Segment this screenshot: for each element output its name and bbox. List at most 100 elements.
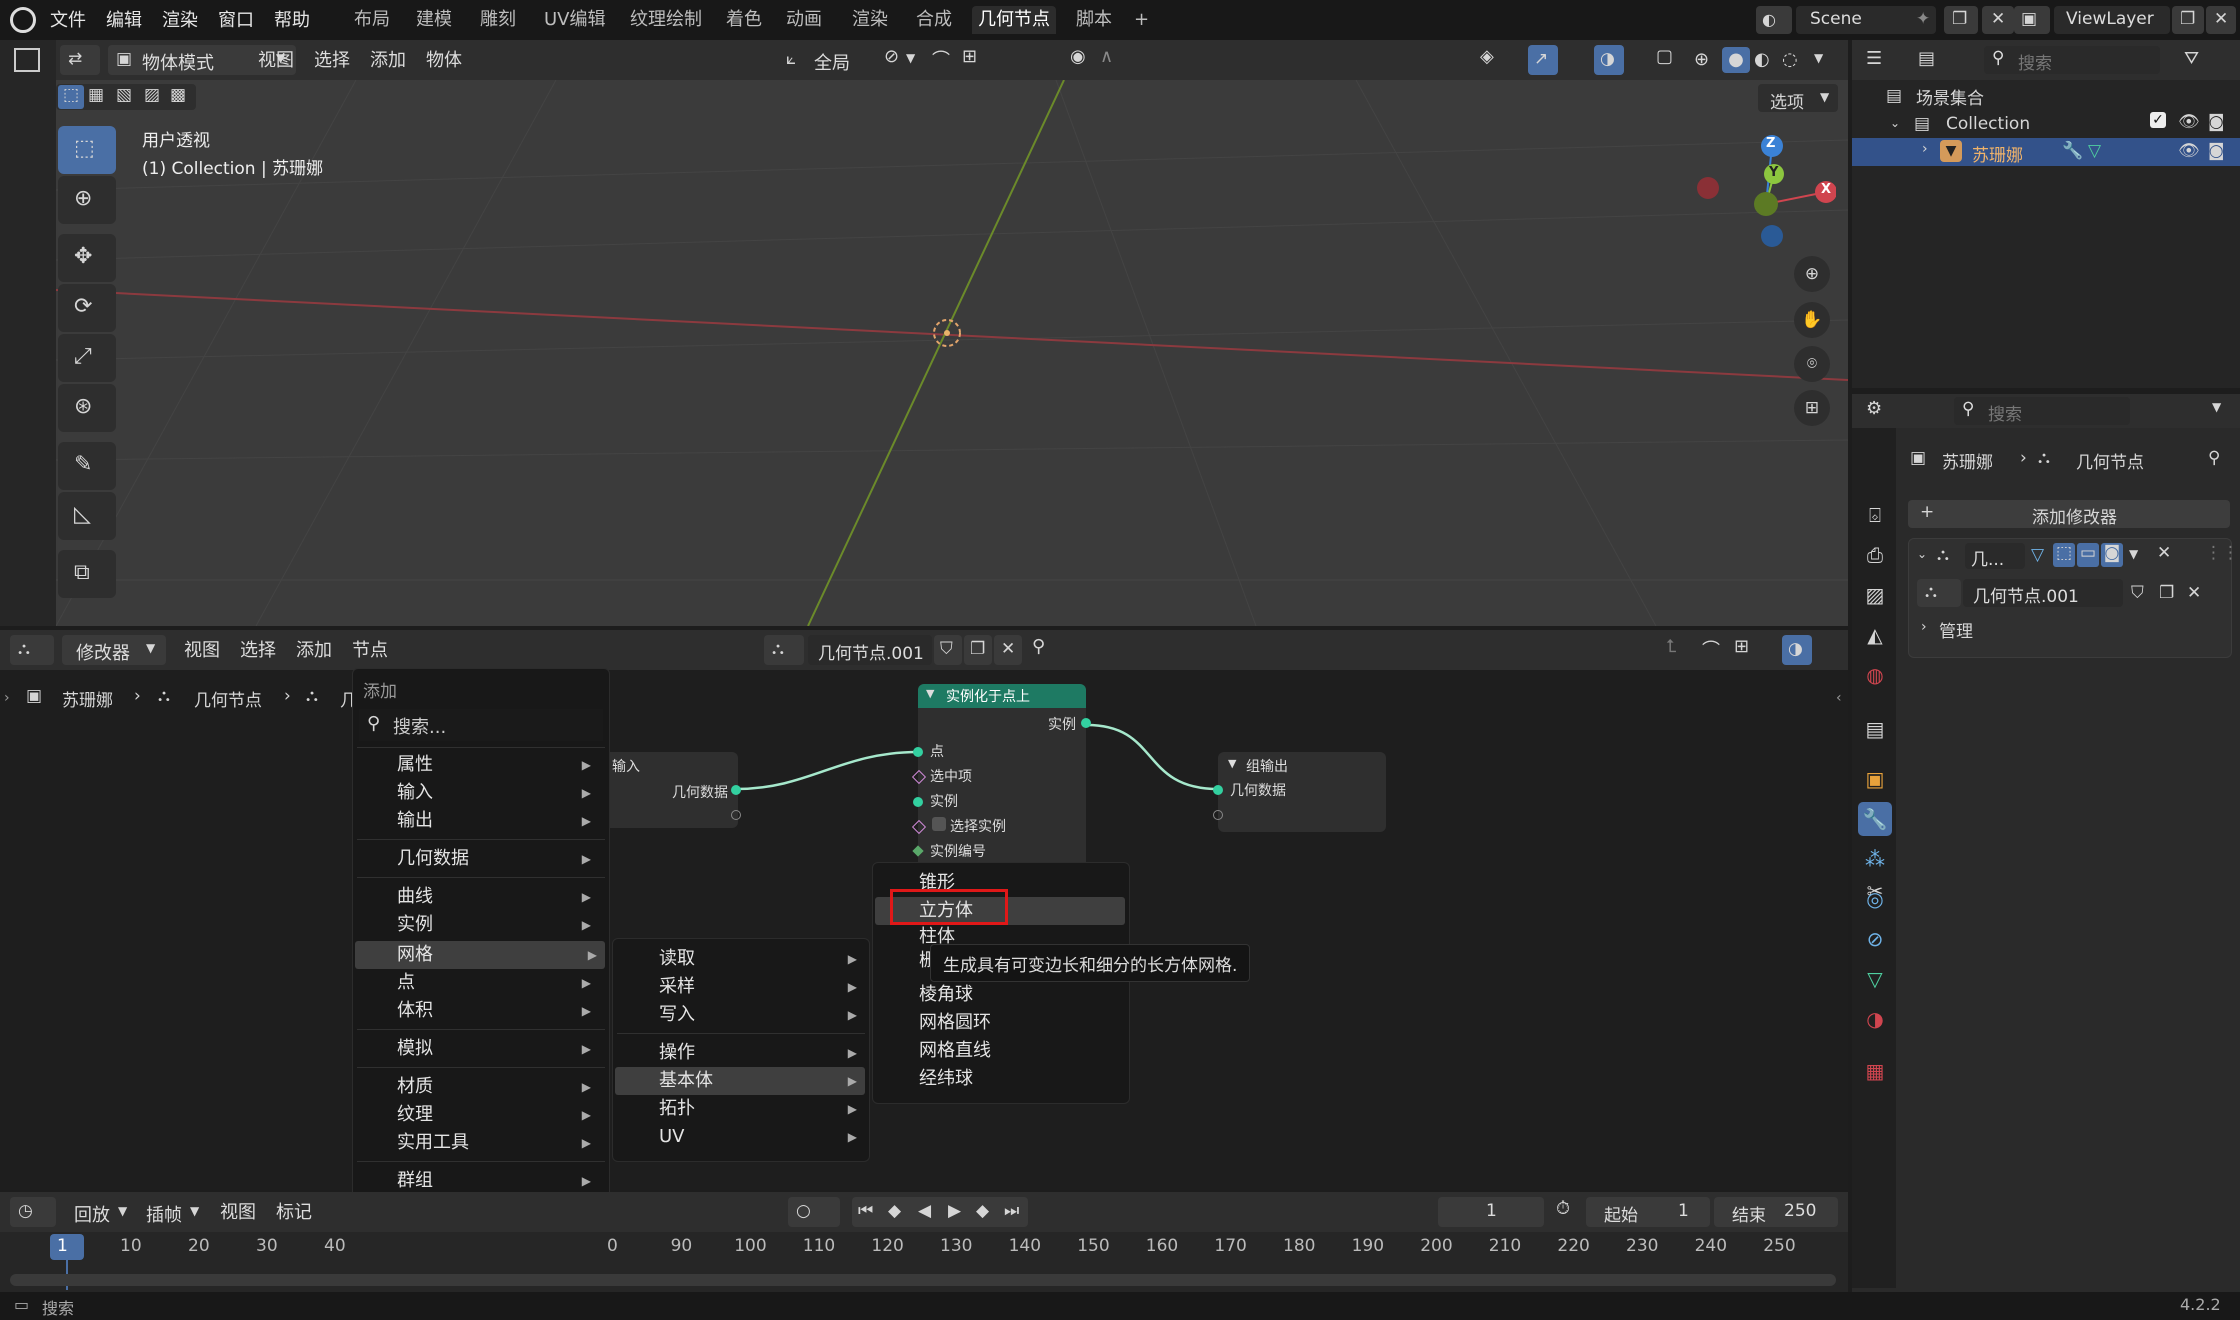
mesh-read-item[interactable]: 读取 ▶ [615, 945, 865, 973]
group-input-node[interactable]: 输入 几何数据 [600, 752, 741, 828]
jump-start-icon[interactable]: ⏮ [858, 1201, 873, 1221]
menu-add[interactable]: 添加 [296, 636, 332, 662]
mesh-uv-item[interactable]: UV ▶ [615, 1123, 865, 1151]
properties-search[interactable]: ⚲ 搜索 [1954, 397, 2130, 425]
add-menu-output[interactable]: 输出 ▶ [355, 807, 599, 835]
primitive-uv-sphere-item[interactable]: 经纬球 [875, 1065, 1125, 1093]
hand-pan-icon[interactable]: ✋ [1794, 302, 1830, 338]
close-icon[interactable]: ✕ [2187, 583, 2201, 603]
properties-editor-icon[interactable]: ⚙ [1866, 398, 1882, 419]
wireframe-shading-icon[interactable]: ⊕ [1694, 49, 1709, 70]
overlay-toggle-button[interactable]: ◑ [1594, 45, 1624, 75]
points-input-socket[interactable] [913, 747, 923, 757]
new-viewlayer-button[interactable]: ❐ [2172, 6, 2204, 34]
pivot-icon[interactable]: ⊘ [884, 46, 899, 67]
eye-icon[interactable]: 👁 [2178, 112, 2200, 132]
gizmo-toggle-button[interactable]: ↗ [1528, 45, 1558, 75]
data-tab-icon[interactable]: ▽ [1858, 962, 1892, 996]
primitive-mesh-circle-item[interactable]: 网格圆环 [875, 1009, 1125, 1037]
mesh-sample-item[interactable]: 采样 ▶ [615, 973, 865, 1001]
viewlayer-browse-button[interactable]: ▣ [2014, 6, 2050, 34]
tab-uv-editing[interactable]: UV编辑 [538, 6, 612, 34]
add-menu-group[interactable]: 群组 ▶ [355, 1167, 599, 1195]
tab-animation[interactable]: 动画 [780, 6, 828, 34]
render-icon[interactable]: ◙ [2101, 543, 2123, 567]
add-menu-search[interactable]: ⚲ 搜索... [359, 709, 603, 741]
chevron-down-icon[interactable]: ▼ [2129, 547, 2138, 561]
tab-compositing[interactable]: 合成 [910, 6, 958, 34]
proportional-edit-icon[interactable]: ◉ [1070, 46, 1086, 67]
editor-type-icon[interactable] [14, 48, 40, 72]
menu-file[interactable]: 文件 [50, 6, 86, 32]
3d-viewport[interactable]: 用户透视 (1) Collection | 苏珊娜 选项 ▼ Z Y X ⊕ ✋… [56, 80, 1848, 626]
filter-icon[interactable]: ⛛ [2184, 48, 2199, 69]
empty-socket[interactable] [1213, 810, 1223, 820]
add-menu-input[interactable]: 输入 ▶ [355, 779, 599, 807]
play-reverse-icon[interactable]: ◀ [918, 1201, 931, 1221]
end-frame-field[interactable]: 结束 250 [1714, 1197, 1838, 1227]
select-extend-icon[interactable]: ▦ [88, 85, 104, 105]
add-menu-utilities[interactable]: 实用工具 ▶ [355, 1129, 599, 1157]
menu-select[interactable]: 选择 [314, 46, 350, 72]
viewport-display-icon[interactable]: ▭ [2077, 543, 2099, 567]
timeline-area[interactable]: 1 10 20 30 40 0 90 100 110 120 130 140 150 160 170 180 1… [0, 1232, 1848, 1292]
outliner-editor-icon[interactable]: ☰ [1866, 48, 1882, 69]
add-modifier-button[interactable]: + 添加修改器 [1908, 500, 2230, 528]
scene-browse-button[interactable]: ◐ [1756, 6, 1792, 34]
tab-rendering[interactable]: 渲染 [846, 6, 894, 34]
measure-tool[interactable]: ◺ [58, 492, 116, 540]
snap-icon[interactable]: ⌒ [932, 46, 950, 72]
eye-icon[interactable]: 👁 [2178, 141, 2200, 161]
collection-tab-icon[interactable]: ▤ [1858, 712, 1892, 746]
timeline-view-menu[interactable]: 视图 [220, 1198, 256, 1224]
chevron-down-icon[interactable]: ▼ [1814, 51, 1823, 65]
timeline-editor-type[interactable]: ◷ [10, 1197, 56, 1227]
snap-target-icon[interactable]: ⊞ [962, 46, 977, 67]
chevron-right-icon[interactable]: › [1922, 141, 1928, 157]
cursor-tool[interactable]: ⊕ [58, 176, 116, 224]
empty-socket[interactable] [731, 810, 741, 820]
modifier-name-field[interactable]: 几... [1965, 543, 2025, 570]
add-menu-curve[interactable]: 曲线 ▶ [355, 883, 599, 911]
annotate-tool[interactable]: ✎ [58, 442, 116, 490]
current-frame-field[interactable]: 1 [1438, 1197, 1544, 1227]
primitive-cylinder-item[interactable]: 柱体 [875, 923, 1125, 945]
select-invert-icon[interactable]: ▨ [144, 85, 160, 105]
prev-keyframe-icon[interactable]: ◆ [888, 1201, 901, 1221]
add-menu-texture[interactable]: 纹理 ▶ [355, 1101, 599, 1129]
camera-icon[interactable]: ◙ [2208, 112, 2225, 132]
collection-label[interactable]: Collection [1946, 114, 2030, 134]
start-frame-field[interactable]: 起始 1 [1586, 1197, 1710, 1227]
parent-node-tree-icon[interactable]: ⮤ [1666, 636, 1677, 657]
add-menu-mesh[interactable]: 网格 ▶ [355, 941, 605, 969]
options-dropdown[interactable]: 选项 ▼ [1758, 84, 1838, 113]
view-layer-tab-icon[interactable]: ▨ [1858, 578, 1892, 612]
collection-checkbox[interactable]: ✓ [2150, 112, 2166, 128]
delete-viewlayer-button[interactable]: ✕ [2206, 6, 2236, 34]
node-group-field[interactable]: 几何节点.001 [808, 635, 932, 665]
mesh-data-icon[interactable]: ▽ [2088, 141, 2101, 161]
tab-scripting[interactable]: 脚本 [1070, 6, 1118, 34]
chevron-down-icon[interactable]: ▼ [2212, 400, 2221, 414]
next-keyframe-icon[interactable]: ◆ [976, 1201, 989, 1221]
primitive-mesh-line-item[interactable]: 网格直线 [875, 1037, 1125, 1065]
instances-output-socket[interactable] [1081, 718, 1091, 728]
grid-perspective-icon[interactable]: ⊞ [1794, 390, 1830, 426]
auto-keying-button[interactable]: ○ [788, 1197, 840, 1227]
camera-icon[interactable]: ⌾ [1794, 346, 1830, 382]
node-group-browse-button[interactable]: ⛬ [1917, 579, 1961, 607]
manage-label[interactable]: 管理 [1939, 617, 1973, 642]
solid-shading-icon[interactable]: ● [1722, 47, 1750, 73]
menu-edit[interactable]: 编辑 [106, 6, 142, 32]
output-socket[interactable] [731, 785, 741, 795]
playback-dropdown[interactable]: 回放 ▼ [64, 1197, 136, 1227]
rendered-shading-icon[interactable]: ◌ [1782, 49, 1798, 70]
primitive-ico-sphere-item[interactable]: 棱角球 [875, 981, 1125, 1009]
camera-icon[interactable]: ◙ [2208, 141, 2225, 161]
mesh-operations-item[interactable]: 操作 ▶ [615, 1039, 865, 1067]
scene-collection-label[interactable]: 场景集合 [1916, 84, 1984, 109]
scene-tab-icon[interactable]: ◭ [1858, 618, 1892, 652]
tool-settings-button[interactable]: ⇄ [60, 45, 100, 75]
shield-icon[interactable]: ⛉ [2131, 583, 2144, 603]
close-icon[interactable]: ✕ [2157, 543, 2171, 563]
